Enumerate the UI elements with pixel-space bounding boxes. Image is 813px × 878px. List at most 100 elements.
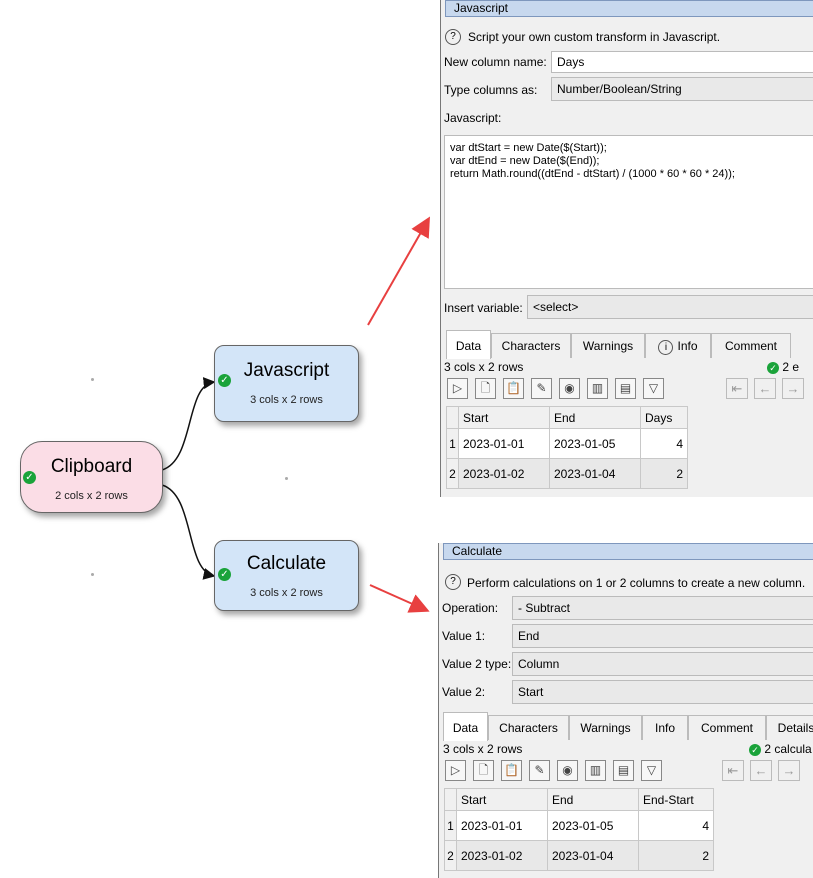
tab-data[interactable]: Data <box>443 712 488 741</box>
first-icon[interactable]: ⇤ <box>722 760 744 781</box>
edge-clipboard-calculate <box>161 484 216 580</box>
tab-characters[interactable]: Characters <box>491 333 571 358</box>
eye-icon[interactable]: ◉ <box>557 760 578 781</box>
prev-icon[interactable]: ← <box>754 378 776 399</box>
columns-icon[interactable]: ▥ <box>587 378 608 399</box>
clipboard-icon[interactable]: 📋 <box>503 378 524 399</box>
table-row[interactable]: 2 2023-01-02 2023-01-04 2 <box>446 458 688 489</box>
status-text: 2 calcula <box>764 742 812 756</box>
column-header[interactable]: Start <box>456 788 548 811</box>
next-icon[interactable]: → <box>778 760 800 781</box>
rows-icon[interactable]: ▤ <box>613 760 634 781</box>
cell[interactable]: 2023-01-04 <box>547 840 639 871</box>
javascript-label: Javascript: <box>444 111 502 125</box>
run-icon[interactable]: ▷ <box>447 378 468 399</box>
status-text: 2 e <box>782 360 800 374</box>
tab-data[interactable]: Data <box>446 330 491 359</box>
panel-title: Calculate <box>443 543 813 560</box>
tab-bar: Data Characters Warnings i Info Comment <box>446 330 813 359</box>
edge-clipboard-javascript <box>161 377 216 471</box>
cell[interactable]: 4 <box>638 810 714 841</box>
tab-bar: Data Characters Warnings Info Comment De… <box>443 712 813 741</box>
table-row[interactable]: 1 2023-01-01 2023-01-05 4 <box>446 428 688 459</box>
column-header[interactable]: Days <box>640 406 688 429</box>
panel-title: Javascript <box>445 0 813 17</box>
check-icon: ✓ <box>218 568 231 581</box>
column-header[interactable]: Start <box>458 406 550 429</box>
tab-comment[interactable]: Comment <box>688 715 766 740</box>
status-summary: ✓ 2 e <box>767 360 799 374</box>
columns-icon[interactable]: ▥ <box>585 760 606 781</box>
cell[interactable]: 2 <box>638 840 714 871</box>
tab-comment[interactable]: Comment <box>711 333 791 358</box>
javascript-editor[interactable]: var dtStart = new Date($(Start)); var dt… <box>444 135 813 289</box>
cell[interactable]: 2023-01-01 <box>458 428 550 459</box>
operation-label: Operation: <box>442 601 499 615</box>
cell[interactable]: 2023-01-02 <box>456 840 548 871</box>
type-columns-select[interactable]: Number/Boolean/String <box>551 77 813 101</box>
cell[interactable]: 2 <box>640 458 688 489</box>
row-number: 2 <box>446 458 459 489</box>
cell[interactable]: 2023-01-05 <box>549 428 641 459</box>
cell[interactable]: 2023-01-05 <box>547 810 639 841</box>
canvas-dot <box>285 477 288 480</box>
tab-info[interactable]: Info <box>642 715 688 740</box>
tab-info[interactable]: i Info <box>645 333 711 358</box>
node-javascript[interactable]: Javascript 3 cols x 2 rows <box>214 345 359 422</box>
new-icon[interactable]: 🗋 <box>475 378 496 399</box>
edit-icon[interactable]: ✎ <box>531 378 552 399</box>
cell[interactable]: 2023-01-02 <box>458 458 550 489</box>
node-title: Calculate <box>246 553 327 574</box>
eye-icon[interactable]: ◉ <box>559 378 580 399</box>
first-icon[interactable]: ⇤ <box>726 378 748 399</box>
tab-warnings[interactable]: Warnings <box>569 715 642 740</box>
help-icon[interactable]: ? <box>445 574 461 590</box>
row-number: 2 <box>444 840 457 871</box>
clipboard-icon[interactable]: 📋 <box>501 760 522 781</box>
info-icon: i <box>658 340 674 355</box>
cell[interactable]: 2023-01-04 <box>549 458 641 489</box>
value2-label: Value 2: <box>442 685 486 699</box>
operation-select[interactable]: - Subtract <box>512 596 813 620</box>
prev-icon[interactable]: ← <box>750 760 772 781</box>
value1-select[interactable]: End <box>512 624 813 648</box>
panel-description: Perform calculations on 1 or 2 columns t… <box>467 576 806 590</box>
tab-info-label: Info <box>677 339 698 353</box>
value2-type-select[interactable]: Column <box>512 652 813 676</box>
filter-icon[interactable]: ▽ <box>641 760 662 781</box>
type-columns-label: Type columns as: <box>444 83 538 97</box>
run-icon[interactable]: ▷ <box>445 760 466 781</box>
value1-label: Value 1: <box>442 629 486 643</box>
row-number-header <box>444 788 457 811</box>
cell[interactable]: 2023-01-01 <box>456 810 548 841</box>
node-calculate[interactable]: Calculate 3 cols x 2 rows <box>214 540 359 611</box>
canvas-dot <box>91 573 94 576</box>
next-icon[interactable]: → <box>782 378 804 399</box>
column-header[interactable]: End <box>547 788 639 811</box>
new-column-input[interactable]: Days <box>551 51 813 73</box>
status-summary: ✓ 2 calcula <box>749 742 812 756</box>
javascript-panel: Javascript ? Script your own custom tran… <box>440 0 813 497</box>
value2-select[interactable]: Start <box>512 680 813 704</box>
annotation-arrow-javascript <box>367 216 430 326</box>
insert-variable-select[interactable]: <select> <box>527 295 813 319</box>
tab-details[interactable]: Details <box>766 715 813 740</box>
table-row[interactable]: 1 2023-01-01 2023-01-05 4 <box>444 810 714 841</box>
column-header[interactable]: End <box>549 406 641 429</box>
node-clipboard[interactable]: Clipboard 2 cols x 2 rows <box>20 441 163 513</box>
node-subtitle: 3 cols x 2 rows <box>250 394 323 406</box>
data-summary: 3 cols x 2 rows <box>443 742 523 756</box>
tab-characters[interactable]: Characters <box>488 715 569 740</box>
new-icon[interactable]: 🗋 <box>473 760 494 781</box>
panel-description: Script your own custom transform in Java… <box>468 30 721 44</box>
row-number-header <box>446 406 459 429</box>
filter-icon[interactable]: ▽ <box>643 378 664 399</box>
cell[interactable]: 4 <box>640 428 688 459</box>
tab-warnings[interactable]: Warnings <box>571 333 645 358</box>
help-icon[interactable]: ? <box>445 29 461 45</box>
edit-icon[interactable]: ✎ <box>529 760 550 781</box>
check-icon: ✓ <box>749 743 761 756</box>
column-header[interactable]: End-Start <box>638 788 714 811</box>
rows-icon[interactable]: ▤ <box>615 378 636 399</box>
table-row[interactable]: 2 2023-01-02 2023-01-04 2 <box>444 840 714 871</box>
